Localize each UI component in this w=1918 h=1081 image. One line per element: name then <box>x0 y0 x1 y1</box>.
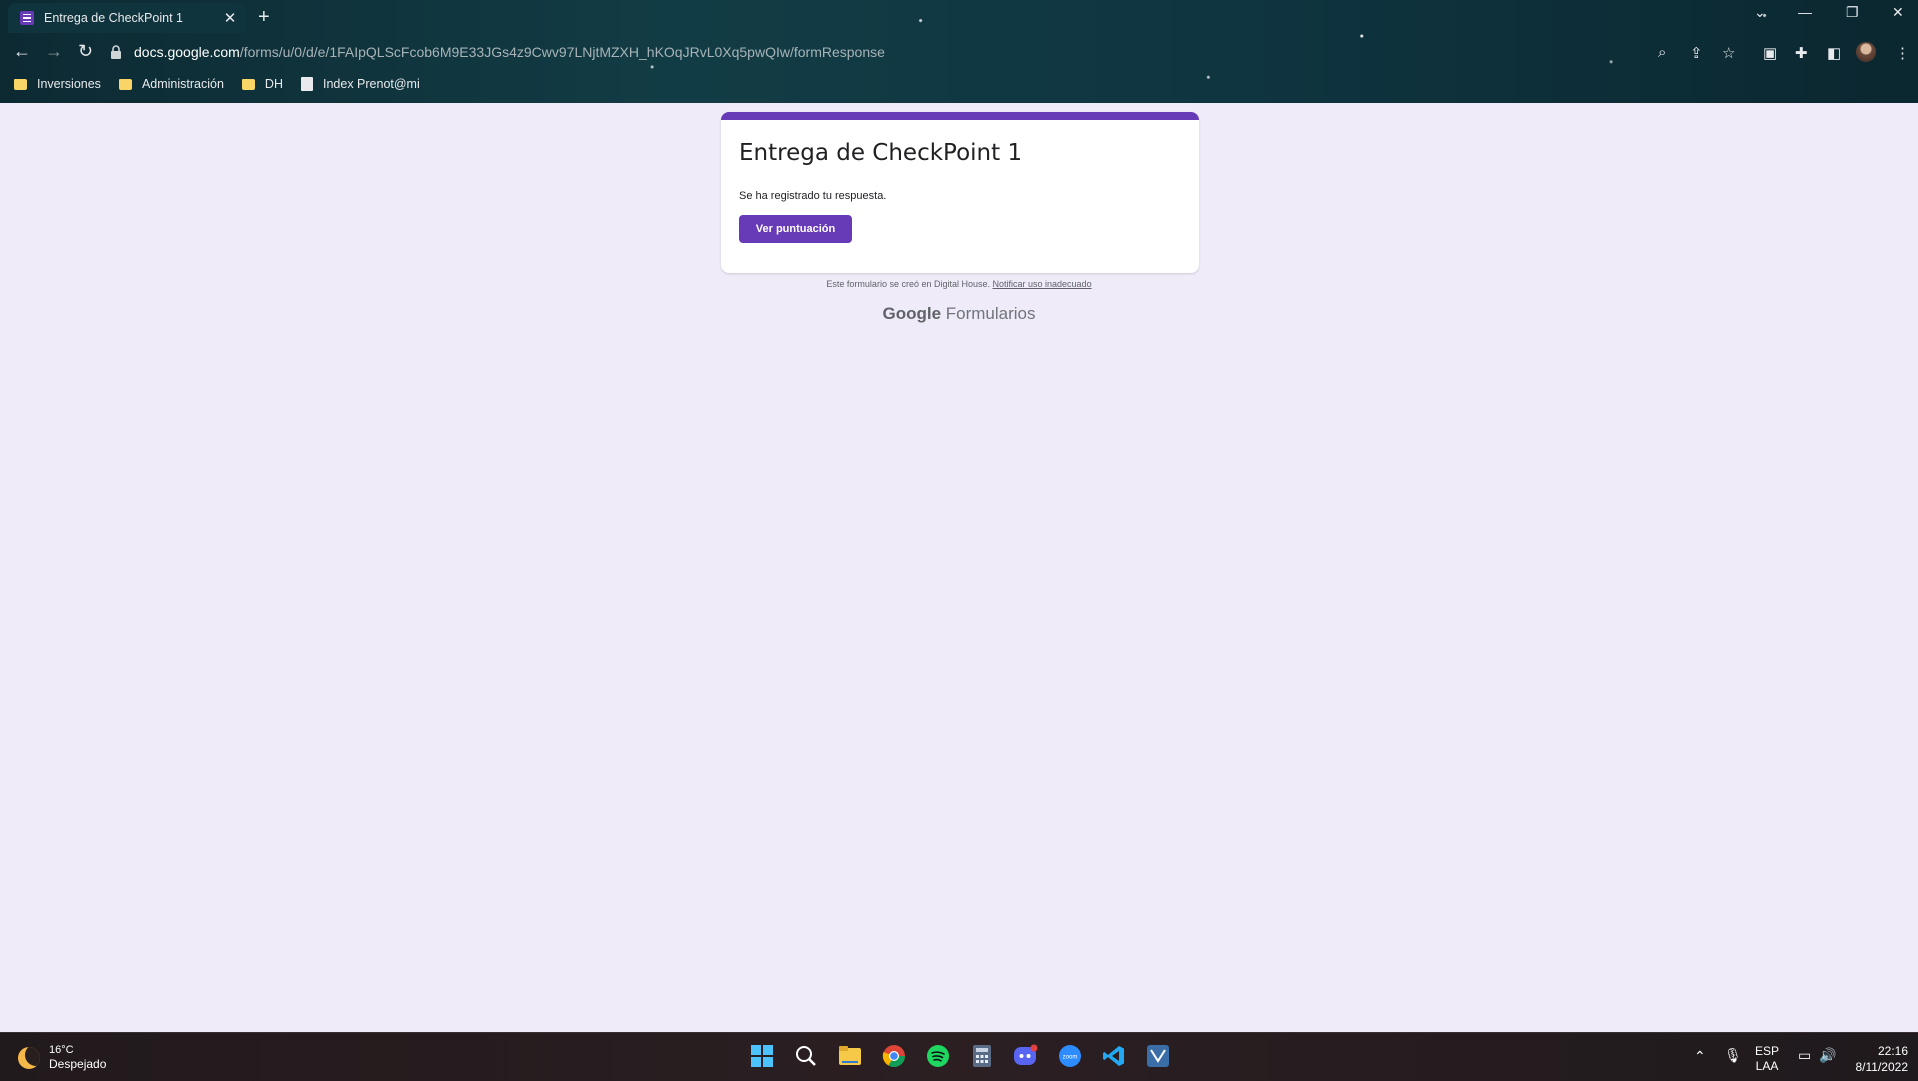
zoom-icon[interactable]: ⌕ <box>1658 44 1666 61</box>
url-path: /forms/u/0/d/e/1FAIpQLScFcob6M9E33JGs4z9… <box>239 44 885 60</box>
page-icon <box>300 77 313 91</box>
confirmation-message: Se ha registrado tu respuesta. <box>739 190 887 202</box>
chrome-icon[interactable] <box>881 1043 907 1069</box>
form-footer-note: Este formulario se creó en Digital House… <box>0 279 1918 289</box>
tab-title: Entrega de CheckPoint 1 <box>44 11 183 25</box>
chevron-up-icon[interactable]: ⌃ <box>1694 1048 1706 1065</box>
folder-icon <box>241 78 255 90</box>
folder-icon <box>118 78 132 90</box>
profile-avatar[interactable] <box>1856 42 1876 62</box>
taskbar: 16°C Despejado zoom ⌃ 🎙 ESP LAA ▭ 🔊 22:1… <box>0 1032 1918 1081</box>
tab-search-chevron-icon[interactable]: ⌄ <box>1754 4 1766 21</box>
restore-icon[interactable]: ❐ <box>1846 4 1859 21</box>
discord-icon[interactable] <box>1013 1043 1039 1069</box>
form-response-card: Entrega de CheckPoint 1 Se ha registrado… <box>721 112 1199 273</box>
bookmarks-bar: Inversiones Administración DH Index Pren… <box>0 72 424 96</box>
lang: ESP <box>1755 1044 1780 1058</box>
menu-icon[interactable]: ⋮ <box>1895 44 1910 62</box>
report-abuse-link[interactable]: Notificar uso inadecuado <box>993 279 1092 289</box>
browser-chrome: Entrega de CheckPoint 1 ✕ + ⌄ — ❐ ✕ ← → … <box>0 0 1918 103</box>
close-window-icon[interactable]: ✕ <box>1892 4 1904 21</box>
weather-condition: Despejado <box>49 1057 107 1071</box>
moon-icon <box>18 1046 40 1069</box>
extensions-puzzle-icon[interactable]: ✚ <box>1795 44 1808 62</box>
reload-icon[interactable]: ↻ <box>78 41 93 61</box>
forms-favicon-icon <box>20 11 34 25</box>
start-icon[interactable] <box>749 1043 775 1069</box>
google-forms-logo[interactable]: Google Formularios <box>0 304 1918 324</box>
microphone-icon[interactable]: 🎙 <box>1724 1047 1742 1064</box>
browser-toolbar: ← → ↻ docs.google.com/forms/u/0/d/e/1FAI… <box>0 36 1918 68</box>
minimize-icon[interactable]: — <box>1798 4 1812 20</box>
forward-icon[interactable]: → <box>45 41 63 61</box>
folder-icon <box>14 78 27 90</box>
side-panel-icon[interactable]: ◧ <box>1827 44 1841 62</box>
new-tab-button[interactable]: + <box>258 6 270 29</box>
spotify-icon[interactable] <box>925 1043 951 1069</box>
weather-widget[interactable]: 16°C Despejado <box>18 1043 106 1072</box>
share-icon[interactable]: ⇪ <box>1690 44 1703 62</box>
bookmark-index-prenotami[interactable]: Index Prenot@mi <box>300 77 420 91</box>
lock-icon <box>111 45 121 59</box>
search-icon[interactable] <box>793 1043 819 1069</box>
extension-icon[interactable]: ▣ <box>1763 44 1777 62</box>
app-icon[interactable] <box>1145 1043 1171 1069</box>
network-icon[interactable]: ▭ <box>1798 1047 1811 1064</box>
vscode-icon[interactable] <box>1101 1043 1127 1069</box>
svg-text:zoom: zoom <box>1063 1055 1078 1061</box>
zoom-app-icon[interactable]: zoom <box>1057 1043 1083 1069</box>
view-score-button[interactable]: Ver puntuación <box>739 215 852 243</box>
calculator-icon[interactable] <box>969 1043 995 1069</box>
form-title: Entrega de CheckPoint 1 <box>739 140 1023 166</box>
brand-product: Formularios <box>945 304 1036 323</box>
volume-icon[interactable]: 🔊 <box>1819 1047 1836 1064</box>
browser-tab[interactable]: Entrega de CheckPoint 1 ✕ <box>8 3 246 33</box>
bookmark-label: Administración <box>141 77 224 91</box>
brand-google: Google <box>882 304 942 323</box>
tab-close-icon[interactable]: ✕ <box>220 9 240 27</box>
file-explorer-icon[interactable] <box>837 1043 863 1069</box>
clock[interactable]: 22:16 8/11/2022 <box>1852 1043 1909 1075</box>
created-note: Este formulario se creó en Digital House… <box>826 279 990 289</box>
clock-date: 8/11/2022 <box>1855 1060 1909 1074</box>
back-icon[interactable]: ← <box>13 41 31 61</box>
bookmark-inversiones[interactable]: Inversiones <box>14 77 101 91</box>
bookmark-star-icon[interactable]: ☆ <box>1722 44 1735 62</box>
address-bar[interactable]: docs.google.com/forms/u/0/d/e/1FAIpQLScF… <box>108 38 1688 66</box>
bookmark-label: Index Prenot@mi <box>322 77 420 91</box>
weather-temp: 16°C <box>49 1044 74 1056</box>
language-indicator[interactable]: ESP LAA <box>1755 1044 1779 1074</box>
bookmark-label: Inversiones <box>37 77 101 91</box>
keyboard-layout: LAA <box>1755 1059 1779 1073</box>
bookmark-administracion[interactable]: Administración <box>118 77 224 91</box>
bookmark-dh[interactable]: DH <box>241 77 283 91</box>
bookmark-label: DH <box>264 77 283 91</box>
url-host: docs.google.com <box>134 44 240 60</box>
clock-time: 22:16 <box>1877 1044 1908 1058</box>
